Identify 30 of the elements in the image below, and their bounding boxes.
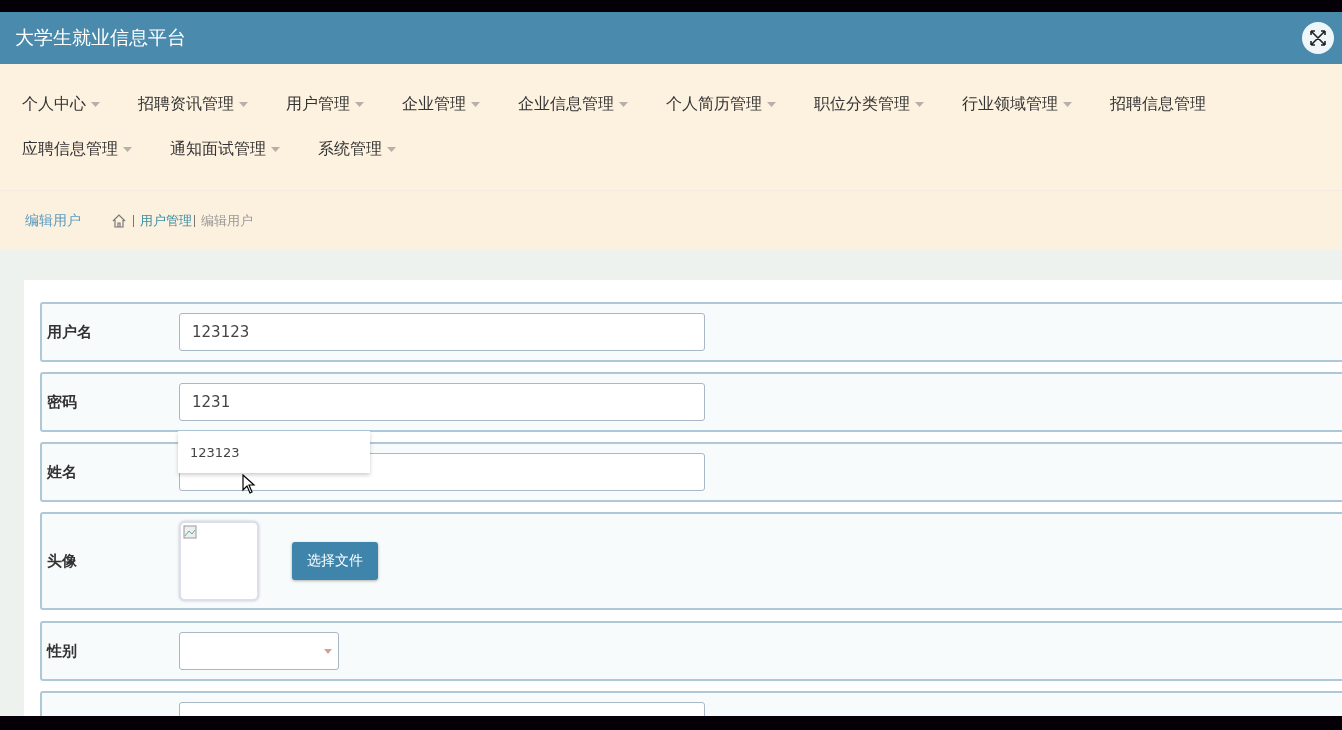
menu-item[interactable]: 应聘信息管理 [22,137,118,161]
input-field[interactable]: 123123 [179,313,705,351]
field-label: 用户名 [47,322,93,342]
menu-item[interactable]: 企业信息管理 [518,92,614,116]
home-icon[interactable] [111,212,127,229]
page-title: 编辑用户 [25,211,81,230]
menu-item[interactable]: 通知面试管理 [170,137,266,161]
select-field[interactable] [179,632,339,670]
menu-item[interactable]: 个人中心 [22,92,86,116]
field-label: 姓名 [47,462,78,482]
menu-item[interactable]: 招聘资讯管理 [138,92,234,116]
window-title: 大学生就业信息平台 [15,25,186,50]
broken-image-icon [183,525,197,539]
menu-item[interactable]: 系统管理 [318,137,382,161]
input-field[interactable]: 1231 [179,383,705,421]
menu-item[interactable]: 个人简历管理 [666,92,762,116]
menu-item[interactable]: 职位分类管理 [814,92,910,116]
breadcrumb-link[interactable]: 用户管理 [140,211,192,230]
menu-item[interactable]: 用户管理 [286,92,350,116]
menu-item[interactable]: 企业管理 [402,92,466,116]
menu-item[interactable]: 行业领域管理 [962,92,1058,116]
menu-item[interactable]: 招聘信息管理 [1110,92,1206,116]
caret-icon [324,648,332,654]
fullscreen-icon[interactable] [1302,22,1334,54]
choose-file-button[interactable]: 选择文件 [292,542,378,580]
field-label: 性别 [47,641,78,661]
field-label: 头像 [47,551,78,571]
field-label: 密码 [47,392,78,412]
breadcrumb-current: 编辑用户 [201,211,253,230]
autocomplete-option[interactable]: 123123 [190,444,240,460]
